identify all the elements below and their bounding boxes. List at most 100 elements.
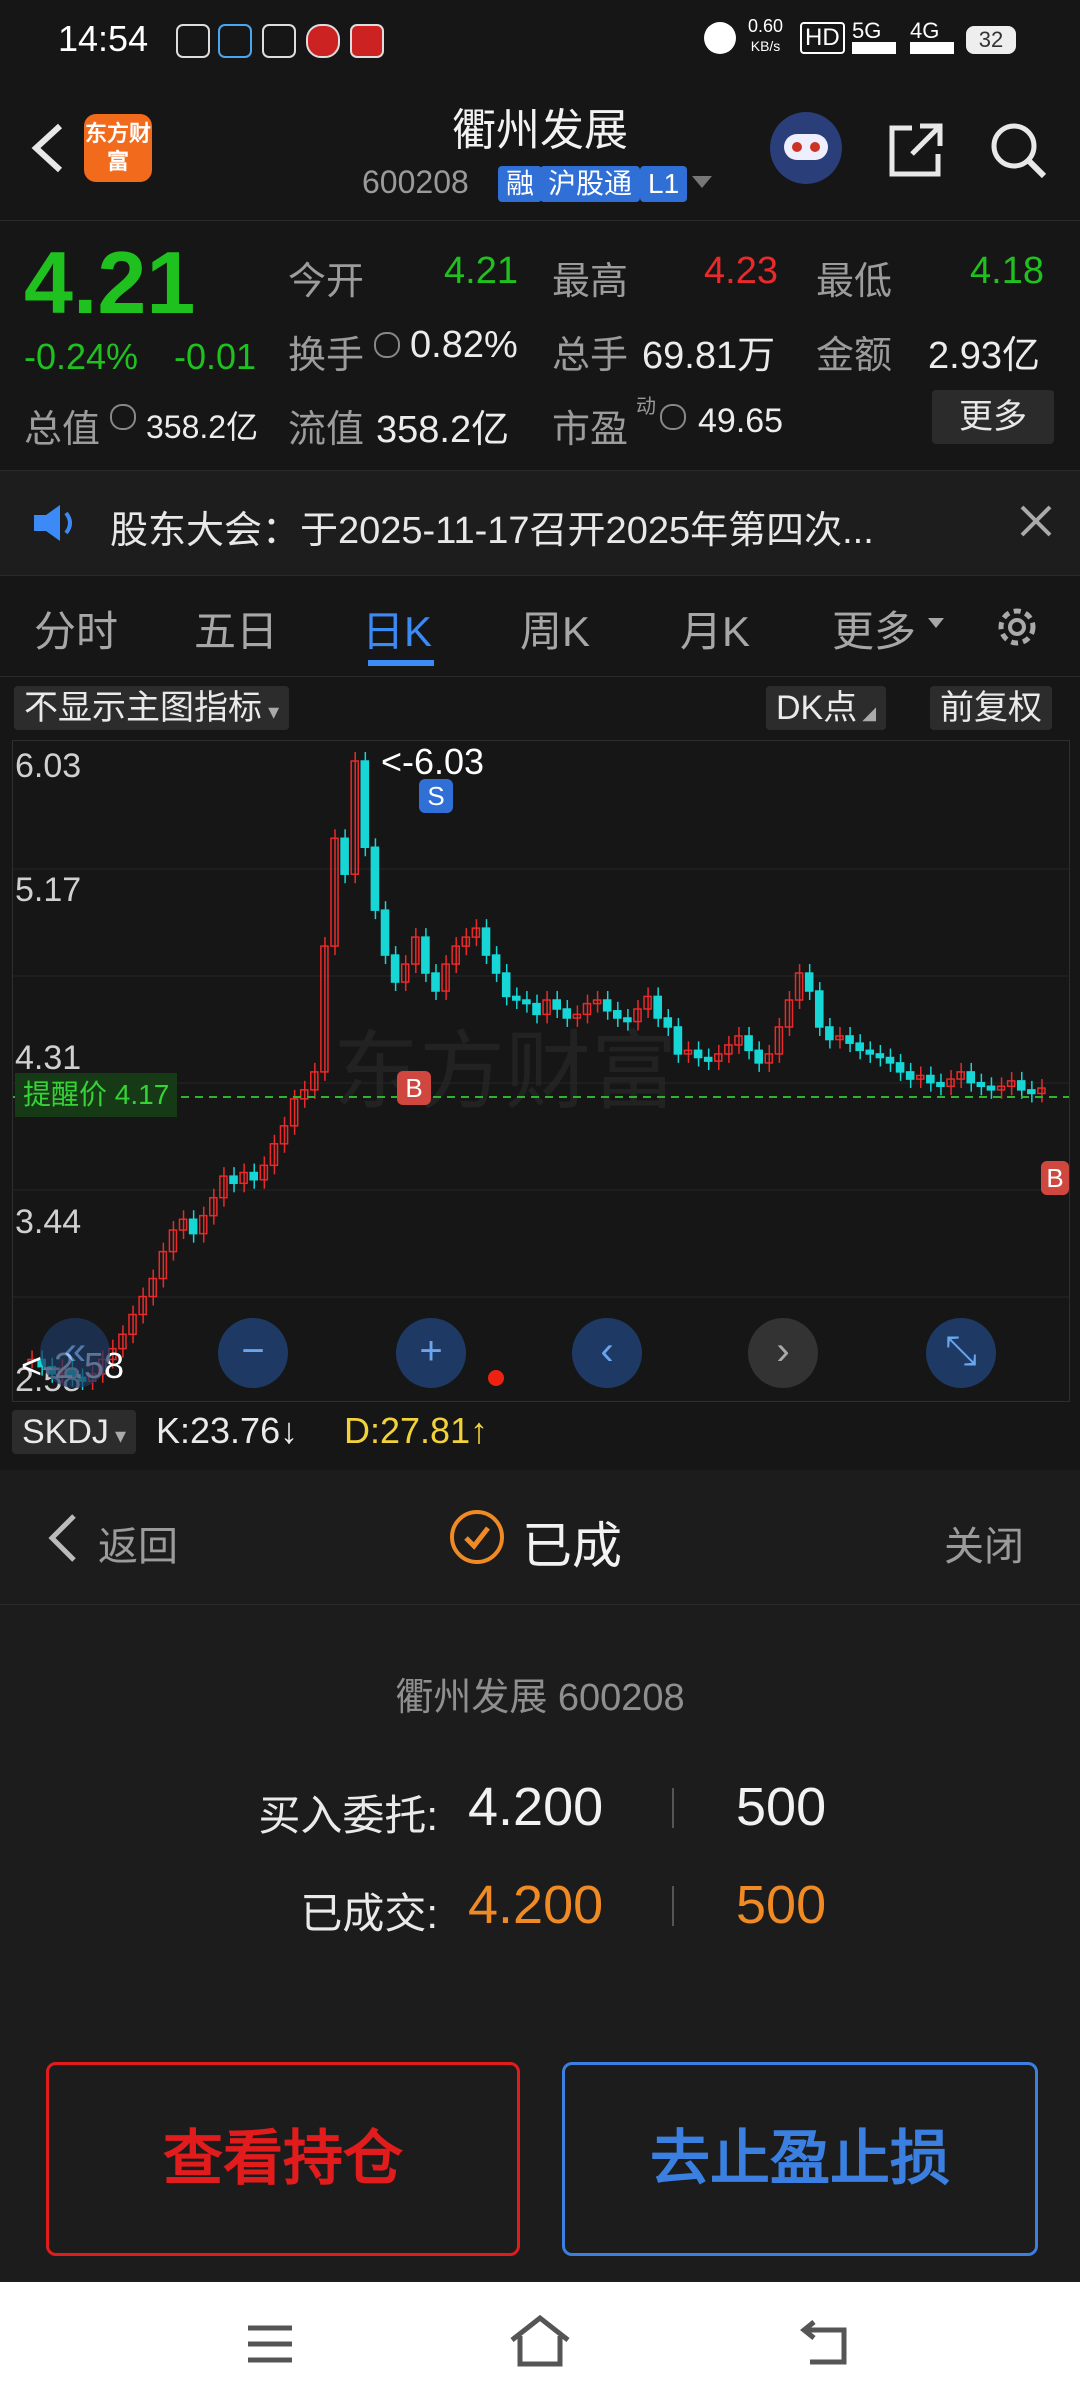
candle-body (926, 1074, 935, 1084)
float-value: 358.2亿 (376, 409, 510, 451)
candle-body (744, 1035, 753, 1052)
margin-tag: 融 (498, 166, 543, 202)
order-label: 买入委托: (258, 1792, 438, 1839)
candle-body (653, 995, 662, 1019)
candle-body (421, 936, 430, 974)
pe-dynamic-mark: 动 (636, 396, 656, 418)
share-icon[interactable] (884, 118, 948, 182)
candle-body (804, 972, 814, 992)
scroll-left-icon[interactable]: ‹ (572, 1318, 642, 1388)
candle-body (693, 1049, 703, 1059)
status-time: 14:54 (58, 18, 149, 59)
back-icon[interactable] (44, 1510, 84, 1566)
candle-body (1027, 1089, 1036, 1095)
system-nav-bar (0, 2282, 1080, 2408)
main-indicator-select[interactable]: 不显示主图指标 ▾ (14, 686, 290, 730)
dk-point-select[interactable]: DK点 ◢ (766, 686, 887, 730)
settings-gear-icon[interactable] (990, 600, 1044, 654)
fullscreen-icon[interactable]: ⤡ (926, 1318, 996, 1388)
candle-body (885, 1056, 895, 1064)
tab-intraday[interactable]: 分时 (34, 598, 118, 659)
tab-weekly-k[interactable]: 周K (520, 598, 590, 659)
last-price: 4.21 (24, 233, 196, 332)
high-label: 最高 (552, 261, 629, 303)
search-icon[interactable] (986, 118, 1050, 182)
volume-value: 69.81万 (642, 335, 776, 377)
float-label: 流值 (288, 409, 365, 451)
check-circle-icon (450, 1510, 504, 1564)
candle-body (501, 972, 511, 998)
stock-header: 东方财富 衢州发展 600208 融 沪股通 L1 (0, 84, 1080, 221)
candle-body (814, 990, 824, 1028)
y-tick-label: 3.44 (15, 1203, 82, 1241)
hd-icon: HD (800, 22, 845, 54)
status-bar: 14:54 0.60 KB/s HD 5G 4G 32 (0, 0, 1080, 84)
pe-label: 市盈 (552, 409, 629, 451)
buy-signal-badge[interactable]: B (1041, 1161, 1069, 1195)
candle-body (936, 1081, 945, 1088)
amount-value: 2.93亿 (928, 335, 1040, 377)
buy-signal-badge[interactable]: B (397, 1071, 431, 1105)
zoom-in-icon[interactable]: + (396, 1318, 466, 1388)
alert-price-tag[interactable]: 提醒价 4.17 (15, 1073, 178, 1117)
low-label: 最低 (816, 261, 893, 303)
chevron-down-icon[interactable] (692, 176, 712, 188)
candle-body (340, 837, 349, 875)
back-button[interactable]: 返回 (98, 1514, 178, 1572)
tab-daily-k[interactable]: 日K (362, 598, 432, 659)
robot-assistant-icon[interactable] (770, 112, 842, 184)
divider (0, 1604, 1080, 1605)
turnover-label: 换手 (288, 335, 365, 377)
candle-body (360, 760, 370, 849)
tab-five-day[interactable]: 五日 (194, 598, 278, 659)
divider (672, 1886, 674, 1926)
scroll-right-icon[interactable]: › (748, 1318, 818, 1388)
filled-price: 4.200 (468, 1875, 604, 1935)
info-icon[interactable] (110, 404, 136, 430)
level-tag: L1 (640, 166, 688, 202)
more-quote-button[interactable]: 更多 (932, 390, 1054, 444)
info-icon[interactable] (374, 332, 400, 358)
close-icon[interactable] (1016, 501, 1056, 541)
home-icon[interactable] (508, 2314, 572, 2370)
order-qty: 500 (736, 1777, 827, 1837)
open-value: 4.21 (444, 250, 518, 292)
candle-body (1016, 1080, 1026, 1091)
candle-body (552, 999, 561, 1010)
y-tick-label: 5.17 (15, 871, 82, 909)
kline-chart[interactable]: 东方财富 6.03 5.17 4.31 3.44 2.58 <-6.03 <-2… (12, 740, 1070, 1402)
stop-profit-loss-button[interactable]: 去止盈止损 (562, 2062, 1038, 2256)
jump-start-icon[interactable]: « (40, 1318, 110, 1388)
adjust-select[interactable]: 前复权 (930, 686, 1052, 730)
candle-body (673, 1026, 683, 1055)
chevron-down-icon (928, 618, 944, 628)
candle-body (986, 1085, 996, 1091)
candle-body (229, 1175, 238, 1185)
battery-icon: 32 (966, 26, 1016, 54)
skdj-d-value: D:27.81↑ (344, 1410, 489, 1451)
candle-body (602, 999, 612, 1012)
candle-body (905, 1071, 915, 1080)
sub-indicator-select[interactable]: SKDJ ▾ (12, 1410, 137, 1454)
candle-body (491, 954, 501, 974)
high-value: 4.23 (704, 250, 778, 292)
info-icon[interactable] (660, 404, 686, 430)
close-button[interactable]: 关闭 (944, 1514, 1024, 1572)
return-icon[interactable] (799, 2318, 852, 2368)
zoom-out-icon[interactable]: − (218, 1318, 288, 1388)
view-position-button[interactable]: 查看持仓 (46, 2062, 520, 2256)
sell-signal-badge[interactable]: S (419, 779, 453, 813)
tab-monthly-k[interactable]: 月K (680, 598, 750, 659)
candle-body (703, 1056, 713, 1062)
candle-body (481, 927, 491, 956)
candle-body (522, 999, 531, 1005)
notice-bar[interactable]: 股东大会：于2025-11-17召开2025年第四次... (0, 470, 1080, 576)
turnover-value: 0.82% (410, 324, 518, 366)
menu-icon[interactable] (246, 2322, 294, 2366)
notification-icon (262, 24, 296, 58)
filled-qty: 500 (736, 1875, 827, 1935)
kline-chart-svg: 东方财富 (13, 752, 1069, 1390)
candle-body (895, 1062, 905, 1073)
candle-body (825, 1026, 834, 1041)
tab-more[interactable]: 更多 (832, 598, 916, 659)
